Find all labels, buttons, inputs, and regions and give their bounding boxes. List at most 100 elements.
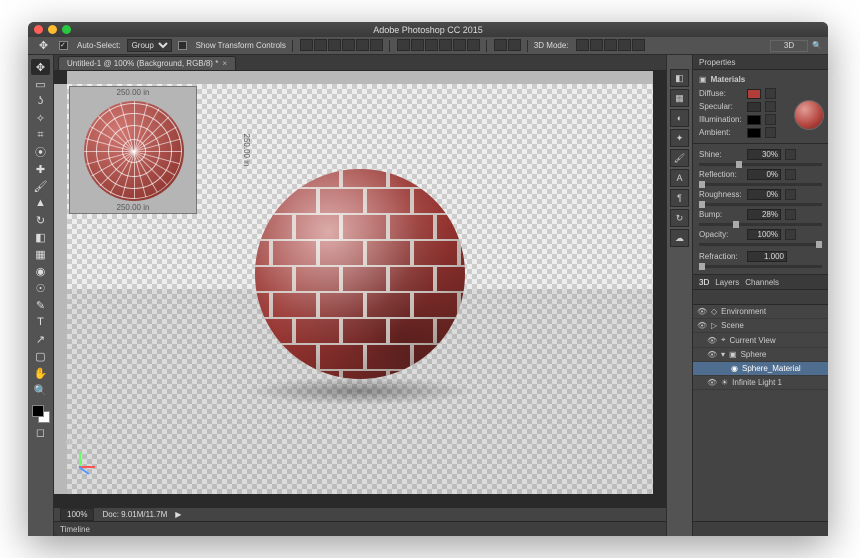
canvas-area: 250.00 in 250.00 in 250.00 in 250.00 in … [54, 71, 666, 507]
move-tool-icon: ✥ [34, 38, 53, 54]
reflection-slider[interactable] [699, 183, 822, 186]
align-icons[interactable] [299, 39, 383, 53]
tab-layers[interactable]: Layers [715, 278, 739, 287]
reflection-input[interactable]: 0% [747, 169, 781, 180]
lasso-tool[interactable]: ʖ [31, 93, 50, 109]
libraries-panel-icon[interactable]: ☁ [670, 229, 689, 247]
paragraph-panel-icon[interactable]: ¶ [670, 189, 689, 207]
diffuse-menu-icon[interactable] [765, 88, 776, 99]
materials-header: Materials [711, 75, 746, 84]
move-tool[interactable]: ✥ [31, 59, 50, 75]
scene-row-environment[interactable]: 👁◇Environment [693, 305, 828, 319]
reflection-menu-icon[interactable] [785, 169, 796, 180]
close-tab-icon[interactable]: × [222, 59, 227, 68]
visibility-icon[interactable]: 👁 [707, 378, 717, 387]
scene-row-light[interactable]: 👁☀Infinite Light 1 [693, 376, 828, 390]
sphere-mesh[interactable] [255, 169, 465, 379]
status-arrow-icon[interactable]: ▶ [175, 510, 181, 519]
shine-input[interactable]: 30% [747, 149, 781, 160]
marquee-tool[interactable]: ▭ [31, 76, 50, 92]
specular-swatch[interactable] [747, 102, 761, 112]
visibility-icon[interactable]: 👁 [707, 336, 717, 345]
roughness-input[interactable]: 0% [747, 189, 781, 200]
diffuse-swatch[interactable] [747, 89, 761, 99]
history-brush-tool[interactable]: ↻ [31, 212, 50, 228]
swatches-panel-icon[interactable]: ▦ [670, 89, 689, 107]
ruler-horizontal[interactable] [67, 71, 653, 84]
search-icon[interactable]: 🔍 [812, 41, 822, 50]
arrange-icons[interactable] [493, 39, 521, 53]
3d-filter-bar [693, 290, 828, 305]
canvas[interactable]: 250.00 in 250.00 in 250.00 in 250.00 in … [67, 84, 653, 494]
zoom-icon[interactable] [62, 25, 71, 34]
auto-select-dropdown[interactable]: Group [127, 39, 172, 52]
roughness-menu-icon[interactable] [785, 189, 796, 200]
show-transform-checkbox[interactable] [178, 41, 187, 50]
eyedropper-tool[interactable]: ⦿ [31, 144, 50, 160]
distribute-icons[interactable] [396, 39, 480, 53]
scene-row-material[interactable]: ◉Sphere_Material [693, 362, 828, 376]
shape-tool[interactable]: ▢ [31, 348, 50, 364]
scene-row-scene[interactable]: 👁▷Scene [693, 319, 828, 333]
close-icon[interactable] [34, 25, 43, 34]
stamp-tool[interactable]: ▲ [31, 195, 50, 211]
document-tab[interactable]: Untitled-1 @ 100% (Background, RGB/8) * … [58, 56, 236, 70]
crop-tool[interactable]: ⌗ [31, 127, 50, 143]
dodge-tool[interactable]: ☉ [31, 280, 50, 296]
heal-tool[interactable]: ✚ [31, 161, 50, 177]
quickmask-icon[interactable]: ◻ [31, 424, 50, 440]
visibility-icon[interactable]: 👁 [697, 321, 707, 330]
document-area: Untitled-1 @ 100% (Background, RGB/8) * … [54, 55, 666, 536]
refraction-slider[interactable] [699, 265, 822, 268]
3d-mode-icons[interactable] [575, 39, 645, 53]
opacity-menu-icon[interactable] [785, 229, 796, 240]
bump-slider[interactable] [699, 223, 822, 226]
zoom-field[interactable]: 100% [60, 508, 94, 521]
tab-3d[interactable]: 3D [699, 278, 709, 287]
roughness-slider[interactable] [699, 203, 822, 206]
tab-channels[interactable]: Channels [745, 278, 779, 287]
illumination-menu-icon[interactable] [765, 114, 776, 125]
opacity-slider[interactable] [699, 243, 822, 246]
refraction-input[interactable]: 1.000 [747, 251, 787, 262]
ambient-menu-icon[interactable] [765, 127, 776, 138]
opacity-input[interactable]: 100% [747, 229, 781, 240]
zoom-tool[interactable]: 🔍 [31, 382, 50, 398]
bump-menu-icon[interactable] [785, 209, 796, 220]
brush-tool[interactable]: 🖌 [31, 178, 50, 194]
color-panel-icon[interactable]: ◧ [670, 69, 689, 87]
gradient-tool[interactable]: ▦ [31, 246, 50, 262]
styles-panel-icon[interactable]: ✦ [670, 129, 689, 147]
shine-slider[interactable] [699, 163, 822, 166]
adjustments-panel-icon[interactable]: ◐ [670, 109, 689, 127]
materials-icon: ▣ [699, 75, 707, 84]
eraser-tool[interactable]: ◧ [31, 229, 50, 245]
wand-tool[interactable]: ✧ [31, 110, 50, 126]
scene-row-sphere[interactable]: 👁▾▣Sphere [693, 348, 828, 362]
color-swatches[interactable] [32, 405, 50, 423]
material-preview[interactable] [794, 100, 824, 130]
blur-tool[interactable]: ◉ [31, 263, 50, 279]
document-tab-title: Untitled-1 @ 100% (Background, RGB/8) * [67, 59, 218, 68]
type-tool[interactable]: T [31, 314, 50, 330]
pen-tool[interactable]: ✎ [31, 297, 50, 313]
specular-menu-icon[interactable] [765, 101, 776, 112]
scene-row-view[interactable]: 👁⌖Current View [693, 333, 828, 348]
path-tool[interactable]: ↗ [31, 331, 50, 347]
history-panel-icon[interactable]: ↻ [670, 209, 689, 227]
illumination-swatch[interactable] [747, 115, 761, 125]
visibility-icon[interactable]: 👁 [707, 350, 717, 359]
hand-tool[interactable]: ✋ [31, 365, 50, 381]
minimize-icon[interactable] [48, 25, 57, 34]
brushes-panel-icon[interactable]: 🖌 [670, 149, 689, 167]
uv-preview[interactable]: 250.00 in 250.00 in 250.00 in 250.00 in [69, 86, 197, 214]
character-panel-icon[interactable]: A [670, 169, 689, 187]
timeline-panel[interactable]: Timeline [54, 521, 666, 536]
3d-workspace-button[interactable]: 3D [770, 40, 808, 52]
bump-input[interactable]: 28% [747, 209, 781, 220]
shine-menu-icon[interactable] [785, 149, 796, 160]
properties-tab[interactable]: Properties [693, 55, 828, 70]
visibility-icon[interactable]: 👁 [697, 307, 707, 316]
auto-select-checkbox[interactable] [59, 41, 68, 50]
ambient-swatch[interactable] [747, 128, 761, 138]
